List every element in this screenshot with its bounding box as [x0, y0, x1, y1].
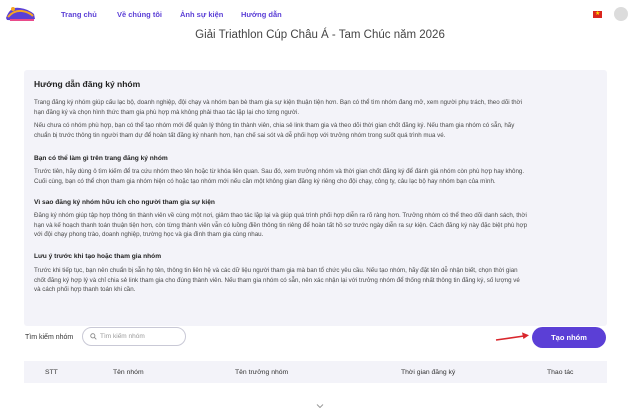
column-header-actions: Thao tác	[547, 369, 574, 376]
guide-section-title-notes: Lưu ý trước khi tạo hoặc tham gia nhóm	[34, 253, 162, 260]
search-input[interactable]	[100, 330, 184, 343]
vietnam-flag-icon[interactable]	[593, 10, 602, 18]
groups-table-header: STT Tên nhóm Tên trưởng nhóm Thời gian đ…	[24, 361, 607, 383]
guide-title: Hướng dẫn đăng ký nhóm	[34, 79, 141, 89]
page-title: Giải Triathlon Cúp Châu Á - Tam Chúc năm…	[195, 29, 445, 41]
column-header-group-name: Tên nhóm	[113, 369, 144, 376]
chevron-down-icon	[316, 404, 324, 408]
column-header-leader-name: Tên trưởng nhóm	[235, 369, 289, 376]
search-icon	[90, 333, 97, 340]
nav-item-home[interactable]: Trang chủ	[61, 10, 97, 19]
column-header-registration-time: Thời gian đăng ký	[401, 369, 456, 376]
user-avatar-icon[interactable]	[614, 7, 628, 21]
guide-paragraph-create: Nếu chưa có nhóm phù hợp, bạn có thể tạo…	[34, 122, 515, 139]
search-box[interactable]	[82, 327, 186, 346]
guide-paragraph-what-you-can-do: Trước tiên, hãy dùng ô tìm kiếm để tra c…	[34, 168, 525, 185]
search-label: Tìm kiếm nhóm	[25, 334, 74, 341]
guide-section-title-why: Vì sao đăng ký nhóm hữu ích cho người th…	[34, 199, 215, 206]
nav-item-event-photos[interactable]: Ảnh sự kiện	[180, 10, 223, 19]
guide-paragraph-why: Đăng ký nhóm giúp tập hợp thông tin thàn…	[34, 212, 528, 239]
nav-item-guide[interactable]: Hướng dẫn	[241, 10, 282, 19]
guide-paragraph-intro: Trang đăng ký nhóm giúp cấu lạc bộ, doan…	[34, 99, 522, 116]
top-navbar: Trang chủ Về chúng tôi Ảnh sự kiện Hướng…	[0, 0, 640, 30]
race-logo-icon[interactable]	[4, 2, 38, 24]
guide-section-title-what-you-can-do: Bạn có thể làm gì trên trang đăng ký nhó…	[34, 155, 168, 162]
nav-item-about[interactable]: Về chúng tôi	[117, 10, 162, 19]
guide-paragraph-notes: Trước khi tiếp tục, bạn nên chuẩn bị sẵn…	[34, 267, 520, 294]
red-arrow-icon	[495, 332, 529, 341]
create-group-button[interactable]: Tạo nhóm	[532, 327, 606, 348]
group-registration-guide: Hướng dẫn đăng ký nhóm Trang đăng ký nhó…	[24, 70, 607, 326]
column-header-index: STT	[45, 369, 58, 376]
